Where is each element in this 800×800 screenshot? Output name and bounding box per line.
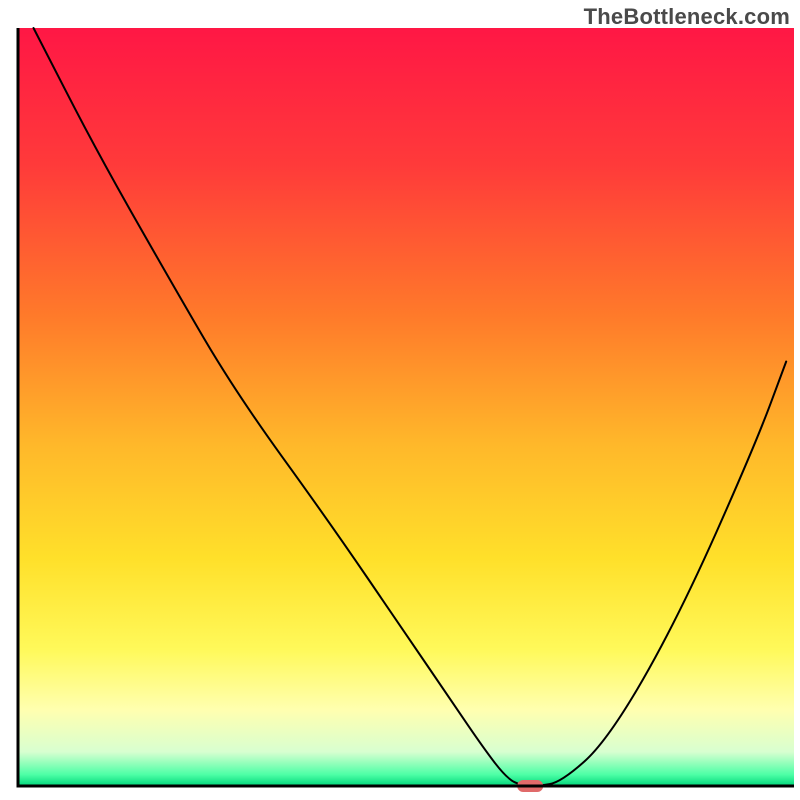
bottleneck-chart: TheBottleneck.com bbox=[0, 0, 800, 800]
chart-canvas bbox=[0, 0, 800, 800]
plot-background bbox=[18, 28, 794, 786]
watermark-text: TheBottleneck.com bbox=[584, 4, 790, 30]
